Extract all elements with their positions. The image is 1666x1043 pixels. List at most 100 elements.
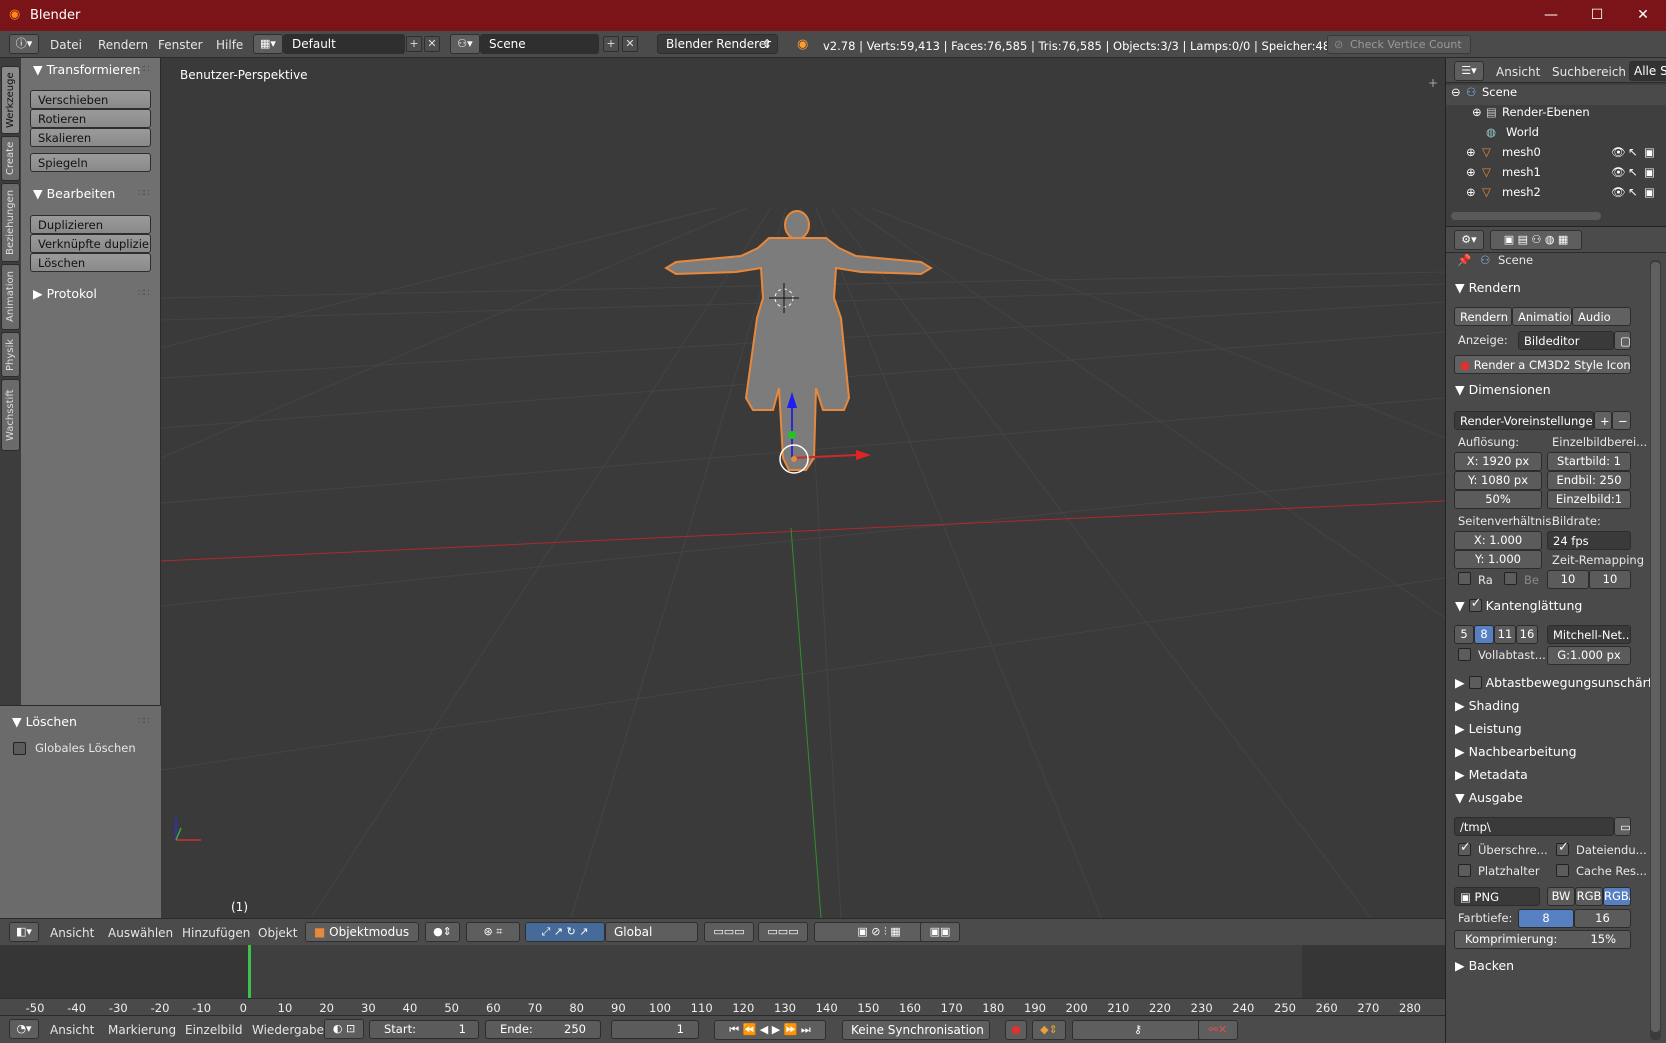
start-frame-field[interactable]: Startbild: 1 xyxy=(1547,452,1631,471)
render-camera-icon[interactable]: ▣ xyxy=(1644,145,1655,159)
menu-hinzufuegen[interactable]: Hinzufügen xyxy=(182,926,250,940)
menu-fenster[interactable]: Fenster xyxy=(158,38,203,52)
close-button[interactable]: ✕ xyxy=(1620,0,1666,31)
layout-grid-icon[interactable]: ▦▾ xyxy=(253,34,283,54)
tab-wachsstift[interactable]: Wachsstift xyxy=(1,379,20,451)
selectable-cursor-icon[interactable]: ↖ xyxy=(1628,185,1638,199)
file-format-select[interactable]: ▣ PNG xyxy=(1454,887,1540,906)
aa-samples-11[interactable]: 11 xyxy=(1494,625,1516,644)
end-frame-field[interactable]: Ende: 250 xyxy=(485,1020,601,1039)
depth-16-button[interactable]: 16 xyxy=(1574,909,1631,928)
cache-checkbox[interactable] xyxy=(1556,864,1569,877)
motion-blur-checkbox[interactable] xyxy=(1468,676,1482,689)
mode-select[interactable]: ■ Objektmodus xyxy=(305,922,419,942)
menu-datei[interactable]: Datei xyxy=(50,38,82,52)
remove-layout-icon[interactable]: ✕ xyxy=(424,36,440,52)
outliner-row-world[interactable]: ◍ World xyxy=(1446,125,1666,145)
outliner-scrollbar[interactable] xyxy=(1451,212,1601,220)
render-camera-icon[interactable]: ▣ xyxy=(1644,185,1655,199)
add-layout-icon[interactable]: + xyxy=(406,36,422,52)
expand-icon[interactable]: ⊕ xyxy=(1466,185,1476,199)
context-tabs-icon[interactable]: ▣ ▤ ⚇ ◍ ▦ xyxy=(1490,230,1582,250)
metadata-panel-header[interactable]: ▶ Metadata xyxy=(1455,767,1650,782)
overwrite-checkbox[interactable] xyxy=(1458,840,1471,856)
sync-select[interactable]: Keine Synchronisation xyxy=(842,1020,990,1040)
menu-rendern[interactable]: Rendern xyxy=(98,38,148,52)
playback-controls-icon[interactable]: ⏮ ⏪ ◀ ▶ ⏩ ⏭ xyxy=(714,1020,826,1040)
expand-icon[interactable]: ⊕ xyxy=(1466,165,1476,179)
aspect-y-field[interactable]: Y: 1.000 xyxy=(1454,550,1542,569)
menu-ansicht[interactable]: Ansicht xyxy=(50,926,94,940)
render-image-button[interactable]: Rendern xyxy=(1454,307,1512,326)
layers-grid-icon[interactable]: ▭▭▭ xyxy=(704,922,754,942)
panel-transform-header[interactable]: ▼ Transformieren xyxy=(33,62,140,77)
tab-create[interactable]: Create xyxy=(1,136,20,181)
aa-samples-8[interactable]: 8 xyxy=(1474,625,1494,644)
outliner-editor-icon[interactable]: ☰▾ xyxy=(1454,61,1484,81)
pin-icon[interactable]: 📌 xyxy=(1457,253,1471,267)
menu-einzelbild[interactable]: Einzelbild xyxy=(185,1023,242,1037)
panel-history-header[interactable]: ▶ Protokol xyxy=(33,286,97,301)
outliner-row-mesh0[interactable]: ⊕ ▽ mesh0 👁 ↖ ▣ xyxy=(1446,145,1666,165)
selectable-cursor-icon[interactable]: ↖ xyxy=(1628,145,1638,159)
add-preset-icon[interactable]: + xyxy=(1594,411,1612,430)
expand-region-icon[interactable]: + xyxy=(1428,76,1438,90)
expand-icon[interactable]: ⊕ xyxy=(1472,105,1482,119)
menu-outliner-ansicht[interactable]: Ansicht xyxy=(1496,65,1540,79)
visibility-eye-icon[interactable]: 👁 xyxy=(1611,165,1626,179)
timeline-area[interactable] xyxy=(0,945,1445,998)
resolution-y-field[interactable]: Y: 1080 px xyxy=(1454,471,1542,490)
expand-icon[interactable]: ⊕ xyxy=(1466,145,1476,159)
global-delete-checkbox[interactable] xyxy=(13,742,26,755)
mirror-button[interactable]: Spiegeln xyxy=(30,153,151,172)
duplicate-button[interactable]: Duplizieren xyxy=(30,215,151,234)
render-camera-icon[interactable]: ▣ xyxy=(1644,165,1655,179)
placeholders-checkbox[interactable] xyxy=(1458,864,1471,877)
scale-button[interactable]: Skalieren xyxy=(30,128,151,147)
selectable-cursor-icon[interactable]: ↖ xyxy=(1628,165,1638,179)
tab-physik[interactable]: Physik xyxy=(1,332,20,377)
output-path-field[interactable]: /tmp\ xyxy=(1454,817,1614,836)
menu-suchbereich[interactable]: Suchbereich xyxy=(1552,65,1626,79)
full-sample-checkbox[interactable] xyxy=(1458,648,1471,661)
drag-handle-icon[interactable]: ∷∷ xyxy=(138,188,150,199)
scene-field[interactable]: Scene xyxy=(480,34,599,54)
render-engine-select[interactable]: Blender Renderer ⇕ xyxy=(657,34,778,54)
outliner-row-mesh2[interactable]: ⊕ ▽ mesh2 👁 ↖ ▣ xyxy=(1446,185,1666,205)
properties-scroll-thumb[interactable] xyxy=(1651,262,1660,1032)
add-scene-icon[interactable]: + xyxy=(603,36,619,52)
menu-objekt[interactable]: Objekt xyxy=(258,926,297,940)
pivot-point-icon[interactable]: ⊛ ⌗ xyxy=(466,922,520,942)
drag-handle-icon[interactable]: ∷∷ xyxy=(138,716,150,727)
menu-tl-ansicht[interactable]: Ansicht xyxy=(50,1023,94,1037)
keyframe-icon[interactable]: ◆⇕ xyxy=(1032,1020,1066,1040)
check-vertice-count-button[interactable]: ⊘ Check Vertice Count xyxy=(1327,35,1471,54)
visibility-eye-icon[interactable]: 👁 xyxy=(1611,185,1626,199)
translate-button[interactable]: Verschieben xyxy=(30,90,151,109)
shading-solid-icon[interactable]: ●⇕ xyxy=(425,922,460,942)
editor-type-3d-icon[interactable]: ◧▾ xyxy=(9,922,39,942)
render-panel-header[interactable]: ▼ Rendern xyxy=(1455,280,1650,295)
frame-step-field[interactable]: Einzelbild:1 xyxy=(1547,490,1631,509)
record-icon[interactable]: ● xyxy=(1005,1020,1027,1040)
framerate-select[interactable]: 24 fps xyxy=(1547,531,1631,550)
outliner-row-render-layers[interactable]: ⊕ ▤ Render-Ebenen xyxy=(1446,105,1666,125)
resolution-x-field[interactable]: X: 1920 px xyxy=(1454,452,1542,471)
layers-grid-icon[interactable]: ▭▭▭ xyxy=(758,922,808,942)
playhead[interactable] xyxy=(248,945,251,998)
current-frame-field[interactable]: 1 xyxy=(611,1020,699,1039)
collapse-icon[interactable]: ⊖ xyxy=(1451,85,1461,99)
crop-checkbox[interactable] xyxy=(1504,572,1517,585)
lock-interface-icon[interactable]: ▢ xyxy=(1614,331,1631,350)
display-select[interactable]: Bildeditor xyxy=(1518,331,1614,350)
aa-samples-16[interactable]: 16 xyxy=(1516,625,1538,644)
color-rgba-button[interactable]: RGBA xyxy=(1603,887,1631,906)
drag-handle-icon[interactable]: ∷∷ xyxy=(138,288,150,299)
performance-panel-header[interactable]: ▶ Leistung xyxy=(1455,721,1650,736)
outliner-row-mesh1[interactable]: ⊕ ▽ mesh1 👁 ↖ ▣ xyxy=(1446,165,1666,185)
aa-checkbox[interactable] xyxy=(1468,596,1482,612)
orientation-select[interactable]: Global xyxy=(605,922,698,942)
render-animation-button[interactable]: Animation xyxy=(1512,307,1572,326)
operator-panel-header[interactable]: ▼ Löschen xyxy=(12,714,77,729)
scene-icon[interactable]: ⚇▾ xyxy=(450,34,480,54)
